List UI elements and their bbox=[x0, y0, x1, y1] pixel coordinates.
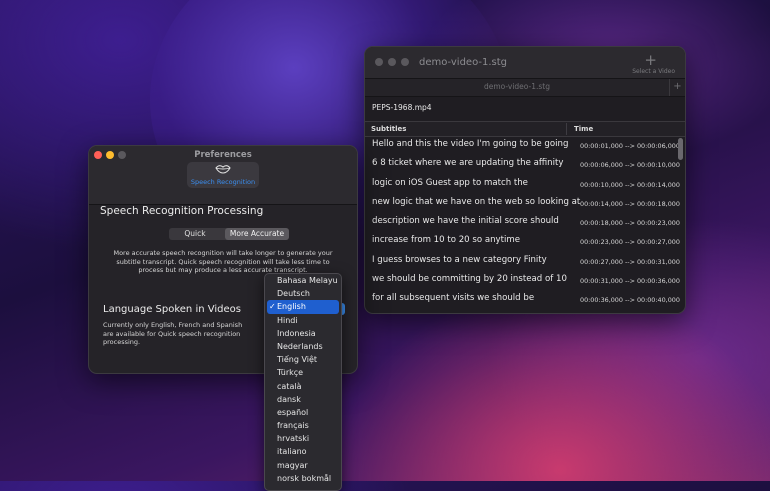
preferences-toolbar: Preferences Speech Recognition bbox=[89, 146, 357, 205]
toolbar-item-label: Speech Recognition bbox=[190, 178, 256, 186]
plus-icon[interactable]: + bbox=[644, 51, 657, 69]
table-row[interactable]: we should be committing by 20 instead of… bbox=[365, 271, 680, 290]
tab-document[interactable]: demo-video-1.stg bbox=[365, 82, 669, 91]
subtitle-table-body: Hello and this the video I'm going to be… bbox=[365, 136, 680, 310]
column-header-time[interactable]: Time bbox=[574, 125, 593, 133]
menu-item[interactable]: Hindi bbox=[265, 314, 341, 327]
subtitle-cell[interactable]: for all subsequent visits we should be bbox=[372, 293, 534, 303]
menu-item[interactable]: Türkçe bbox=[265, 366, 341, 379]
mode-segmented-control[interactable]: Quick More Accurate bbox=[169, 228, 289, 240]
menu-item-label: English bbox=[277, 302, 306, 312]
subtitle-cell[interactable]: logic on iOS Guest app to match the bbox=[372, 178, 528, 188]
subtitle-cell[interactable]: new logic that we have on the web so loo… bbox=[372, 197, 580, 207]
time-cell: 00:00:31,000 --> 00:00:36,000 bbox=[580, 277, 680, 286]
select-video-label[interactable]: Select a Video bbox=[632, 68, 675, 75]
table-row[interactable]: new logic that we have on the web so loo… bbox=[365, 194, 680, 213]
speech-recognition-tab[interactable]: Speech Recognition bbox=[187, 162, 259, 188]
menu-item[interactable]: hrvatski bbox=[265, 432, 341, 445]
menu-item[interactable]: Deutsch bbox=[265, 287, 341, 300]
checkmark-icon: ✓ bbox=[269, 302, 276, 312]
window-title: demo-video-1.stg bbox=[419, 57, 508, 68]
time-cell: 00:00:06,000 --> 00:00:10,000 bbox=[580, 161, 680, 170]
column-header-subtitles[interactable]: Subtitles bbox=[371, 125, 406, 133]
table-row[interactable]: description we have the initial score sh… bbox=[365, 213, 680, 232]
time-cell: 00:00:36,000 --> 00:00:40,000 bbox=[580, 296, 680, 305]
time-cell: 00:00:01,000 --> 00:00:06,000 bbox=[580, 142, 680, 150]
mode-more-accurate[interactable]: More Accurate bbox=[225, 228, 289, 240]
new-tab-button[interactable]: + bbox=[669, 79, 685, 96]
vertical-scrollbar[interactable] bbox=[678, 138, 683, 160]
table-row[interactable]: I guess browses to a new category Finity… bbox=[365, 252, 680, 271]
window-title: Preferences bbox=[194, 150, 252, 160]
tab-bar: demo-video-1.stg + bbox=[365, 78, 685, 97]
column-divider[interactable] bbox=[566, 123, 567, 135]
mode-description: More accurate speech recognition will ta… bbox=[113, 249, 333, 274]
video-file-name: PEPS-1968.mp4 bbox=[372, 103, 432, 112]
table-row[interactable]: Hello and this the video I'm going to be… bbox=[365, 136, 680, 155]
time-cell: 00:00:27,000 --> 00:00:31,000 bbox=[580, 257, 680, 266]
lips-icon bbox=[215, 164, 231, 177]
time-cell: 00:00:18,000 --> 00:00:23,000 bbox=[580, 219, 680, 228]
zoom-button[interactable] bbox=[401, 58, 409, 66]
titlebar: demo-video-1.stg + Select a Video bbox=[365, 47, 685, 78]
language-description: Currently only English, French and Spani… bbox=[103, 321, 243, 346]
table-row[interactable]: for all subsequent visits we should be 00… bbox=[365, 290, 680, 309]
subtitle-cell[interactable]: Hello and this the video I'm going to be… bbox=[372, 139, 568, 149]
menu-item[interactable]: català bbox=[265, 380, 341, 393]
menu-item[interactable]: español bbox=[265, 406, 341, 419]
menu-item[interactable]: Bahasa Melayu bbox=[265, 274, 341, 287]
table-header: Subtitles Time bbox=[365, 121, 685, 137]
language-dropdown-menu[interactable]: Bahasa Melayu Deutsch ✓ English Hindi Ind… bbox=[264, 273, 342, 491]
subtitle-cell[interactable]: we should be committing by 20 instead of… bbox=[372, 274, 567, 284]
menu-item[interactable]: français bbox=[265, 419, 341, 432]
menu-item[interactable]: magyar bbox=[265, 459, 341, 472]
time-cell: 00:00:23,000 --> 00:00:27,000 bbox=[580, 238, 680, 247]
menu-item[interactable]: dansk bbox=[265, 393, 341, 406]
time-cell: 00:00:10,000 --> 00:00:14,000 bbox=[580, 180, 680, 189]
minimize-button[interactable] bbox=[388, 58, 396, 66]
section-heading: Speech Recognition Processing bbox=[100, 205, 264, 217]
subtitle-cell[interactable]: I guess browses to a new category Finity bbox=[372, 255, 547, 265]
subtitle-cell[interactable]: increase from 10 to 20 so anytime bbox=[372, 235, 520, 245]
menu-item[interactable]: italiano bbox=[265, 445, 341, 458]
table-row[interactable]: increase from 10 to 20 so anytime 00:00:2… bbox=[365, 232, 680, 251]
table-row[interactable]: logic on iOS Guest app to match the 00:00… bbox=[365, 175, 680, 194]
close-button[interactable] bbox=[375, 58, 383, 66]
subtitle-editor-window: demo-video-1.stg + Select a Video demo-v… bbox=[364, 46, 686, 314]
menu-item[interactable]: Indonesia bbox=[265, 327, 341, 340]
subtitle-cell[interactable]: description we have the initial score sh… bbox=[372, 216, 559, 226]
mode-quick[interactable]: Quick bbox=[169, 228, 221, 240]
menu-item[interactable]: Tiếng Việt bbox=[265, 353, 341, 366]
menu-item[interactable]: Nederlands bbox=[265, 340, 341, 353]
menu-item-selected[interactable]: ✓ English bbox=[267, 300, 339, 314]
language-heading: Language Spoken in Videos bbox=[103, 304, 241, 315]
menu-item[interactable]: norsk bokmål bbox=[265, 472, 341, 485]
subtitle-cell[interactable]: 6 8 ticket where we are updating the aff… bbox=[372, 158, 563, 168]
time-cell: 00:00:14,000 --> 00:00:18,000 bbox=[580, 199, 680, 208]
table-row[interactable]: 6 8 ticket where we are updating the aff… bbox=[365, 155, 680, 174]
